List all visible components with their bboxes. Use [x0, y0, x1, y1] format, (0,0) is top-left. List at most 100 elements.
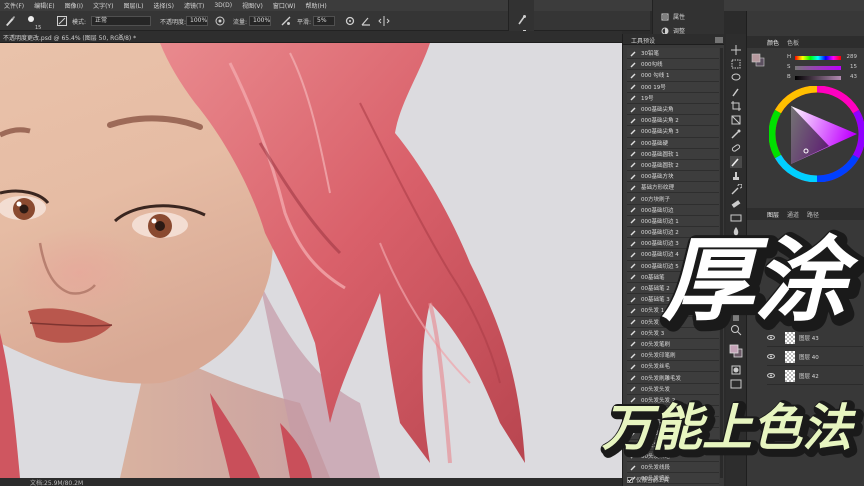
preset-item[interactable]: 00头发笔刷: [627, 338, 719, 351]
document-tab[interactable]: 不透明度更改.psd @ 65.4% (图层 50, RGB/8) * ×: [0, 31, 622, 43]
brush-preset-icon: [630, 218, 636, 224]
preset-item[interactable]: 00头发线段: [627, 461, 719, 474]
properties-tab[interactable]: 属性: [661, 12, 685, 21]
menu-edit[interactable]: 编辑(E): [34, 1, 54, 10]
eyedropper-icon[interactable]: [730, 128, 742, 140]
menu-filter[interactable]: 滤镜(T): [184, 1, 204, 10]
preset-item[interactable]: 00头发刷雕毛发: [627, 372, 719, 384]
tab-color[interactable]: 颜色: [767, 38, 779, 47]
crop-tool-icon[interactable]: [730, 100, 742, 112]
brush-preset-icon: [630, 62, 636, 68]
document-close-button[interactable]: ×: [118, 32, 124, 40]
current-tool-only-checkbox[interactable]: [627, 477, 633, 483]
brush-preset-icon: [630, 241, 636, 247]
brush-panel-icon[interactable]: [56, 15, 68, 27]
clone-stamp-icon[interactable]: [730, 170, 742, 182]
symmetry-icon[interactable]: [378, 15, 390, 27]
visibility-eye-icon[interactable]: [767, 354, 775, 359]
smooth-value: 5%: [313, 16, 335, 26]
preset-item[interactable]: 00方块刷子: [627, 193, 719, 205]
document-tab-label: 不透明度更改.psd @ 65.4% (图层 50, RGB/8) *: [3, 35, 137, 42]
menu-help[interactable]: 帮助(H): [306, 1, 327, 10]
smoothing-settings-icon[interactable]: [344, 15, 356, 27]
smooth-input[interactable]: 5%: [313, 15, 335, 27]
preset-item[interactable]: 000基础方块: [627, 171, 719, 183]
pressure-opacity-icon[interactable]: [214, 15, 226, 27]
airbrush-icon[interactable]: [280, 15, 292, 27]
preset-item[interactable]: 000基础切边: [627, 204, 719, 216]
canvas[interactable]: [0, 43, 622, 478]
color-swatch-preview[interactable]: [751, 53, 765, 67]
tab-swatches[interactable]: 色板: [787, 38, 799, 47]
menu-type[interactable]: 文字(Y): [93, 1, 113, 10]
saturation-value: 15: [850, 64, 857, 70]
preset-item[interactable]: 000勾线: [627, 59, 719, 71]
saturation-key: S: [787, 64, 791, 70]
preset-item[interactable]: 基础方形纹理: [627, 182, 719, 194]
preset-item-label: 00头发笔刷: [641, 341, 670, 348]
frame-tool-icon[interactable]: [730, 114, 742, 126]
preset-item[interactable]: 000基础尖角 3: [627, 126, 719, 138]
overlay-subtitle-text: 万能上色法: [602, 399, 857, 457]
healing-brush-icon[interactable]: [730, 142, 742, 154]
brush-tool-icon-active[interactable]: [730, 156, 742, 168]
preset-item[interactable]: 00头发丝毛: [627, 361, 719, 373]
marquee-tool-icon[interactable]: [730, 58, 742, 70]
opacity-input[interactable]: 100%: [186, 15, 208, 27]
menu-window[interactable]: 窗口(W): [273, 1, 296, 10]
mode-select[interactable]: 正常: [91, 15, 151, 27]
brush-preset-icon: [630, 140, 636, 146]
preset-item[interactable]: 000 19号: [627, 81, 719, 93]
menu-view[interactable]: 视图(V): [242, 1, 263, 10]
preset-item[interactable]: 000基础圆软 2: [627, 159, 719, 172]
brush-preset-icon: [630, 286, 636, 292]
preset-item-label: 000基础圆软 1: [641, 151, 679, 158]
hue-slider[interactable]: H 289: [787, 54, 857, 61]
move-tool-icon[interactable]: [730, 44, 742, 56]
menu-select[interactable]: 选择(S): [153, 1, 174, 10]
lasso-tool-icon[interactable]: [730, 72, 742, 84]
brush-preset-icon: [630, 330, 636, 336]
eraser-icon[interactable]: [730, 198, 742, 210]
options-bar: 15 模式: 正常 不透明度: 100% 流量: 100% 平滑: 5%: [0, 11, 650, 31]
preset-item-label: 000基础硬: [641, 140, 668, 147]
opacity-value: 100%: [186, 16, 208, 26]
history-brush-icon[interactable]: [730, 184, 742, 196]
preset-item[interactable]: 000基础硬: [627, 137, 719, 149]
preset-item-label: 00头发印笔刷: [641, 353, 676, 360]
visibility-eye-icon[interactable]: [767, 373, 775, 378]
mode-label: 模式:: [72, 18, 87, 26]
menu-layer[interactable]: 图层(L): [123, 1, 143, 10]
screen-mode-icon[interactable]: [730, 378, 742, 390]
preset-item[interactable]: 000基础尖角 2: [627, 115, 719, 127]
preset-item[interactable]: 000基础圆软 1: [627, 148, 719, 160]
brush-preset-icon: [630, 274, 636, 280]
angle-icon[interactable]: [360, 15, 372, 27]
color-wheel[interactable]: [769, 86, 864, 182]
quick-select-icon[interactable]: [730, 86, 742, 98]
preset-item-label: 30铅笔: [641, 51, 659, 58]
preset-item-label: 000 勾线 1: [641, 73, 670, 80]
brightness-slider[interactable]: B 43: [787, 74, 857, 81]
foreground-background-swatch[interactable]: [729, 344, 743, 358]
preset-item[interactable]: 00头发印笔刷: [627, 350, 719, 362]
menu-3d[interactable]: 3D(D): [214, 2, 232, 9]
flow-label: 流量:: [233, 18, 248, 26]
layer-row[interactable]: 图层 42: [767, 367, 863, 385]
preset-item-label: 00头发刷雕毛发: [641, 375, 681, 382]
layer-row[interactable]: 图层 40: [767, 348, 863, 366]
preset-item[interactable]: 19号: [627, 92, 719, 104]
saturation-slider[interactable]: S 15: [787, 64, 857, 71]
flow-input[interactable]: 100%: [249, 15, 271, 27]
preset-item[interactable]: 000 勾线 1: [627, 70, 719, 82]
menu-image[interactable]: 图像(I): [65, 1, 83, 10]
brush-settings-icon[interactable]: [516, 14, 528, 26]
brush-preset-icon: [630, 263, 636, 269]
panel-menu-icon[interactable]: [715, 37, 723, 43]
preset-item[interactable]: 000基础尖角: [627, 103, 719, 116]
preset-item[interactable]: 30铅笔: [627, 48, 719, 60]
menu-file[interactable]: 文件(F): [4, 1, 24, 10]
quick-mask-icon[interactable]: [730, 364, 742, 376]
preset-item-label: 000勾线: [641, 62, 663, 69]
brush-tool-icon[interactable]: [4, 15, 16, 27]
